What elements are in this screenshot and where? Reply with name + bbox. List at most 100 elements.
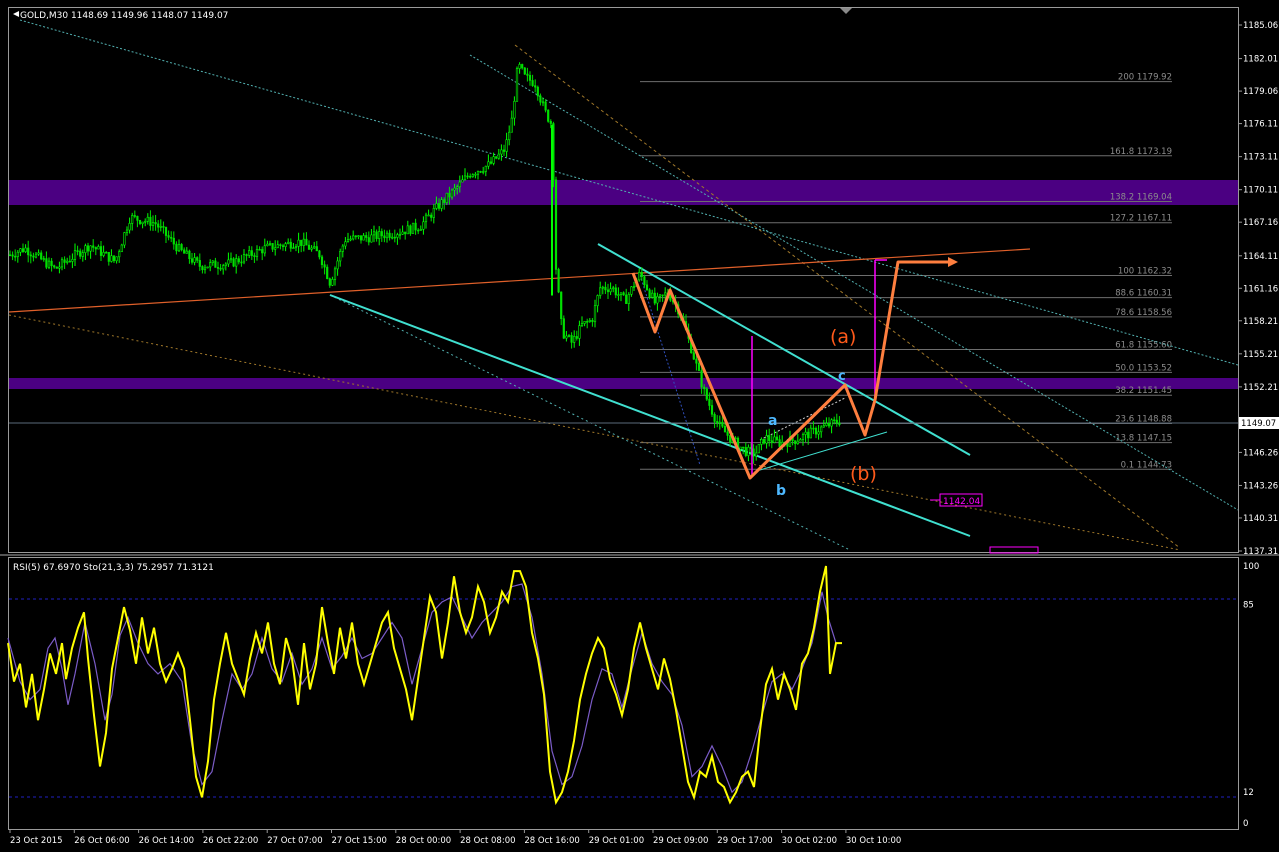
candle-body (268, 243, 272, 245)
candle-body (21, 248, 25, 252)
candle-body (188, 250, 191, 260)
candle-body (632, 286, 636, 288)
candle-body (601, 286, 604, 289)
candle-body (97, 246, 100, 250)
wave-label-a-paren: (a) (830, 326, 856, 348)
candle-body (583, 321, 586, 324)
candle-body (476, 171, 480, 175)
candle-body (695, 358, 698, 364)
candle-body (658, 294, 662, 297)
candle-body (604, 286, 607, 291)
candle-body (320, 256, 324, 265)
candle-body (339, 251, 342, 262)
candle-body (575, 336, 578, 339)
candle-body (718, 421, 721, 424)
candle-body (417, 229, 420, 232)
candle-body (643, 276, 646, 286)
candle-body (315, 246, 318, 252)
fib-label: 88.6 1160.31 (1115, 289, 1172, 299)
candle-body (349, 238, 352, 241)
candle-body (287, 241, 290, 244)
candle-body (359, 235, 363, 241)
candle-body (222, 265, 225, 270)
candle-body (505, 139, 508, 152)
candle-body (149, 216, 152, 226)
candle-body (224, 263, 227, 266)
candle-body (406, 225, 409, 235)
candle-body (422, 221, 425, 230)
candle-body (68, 260, 71, 263)
candle-body (534, 85, 537, 88)
candle-body (456, 186, 459, 189)
candle-body (196, 257, 199, 261)
candle-body (612, 287, 615, 290)
candle-body (796, 440, 799, 444)
price-tick-label: 1164.11 (1243, 252, 1278, 262)
candle-body (328, 278, 331, 286)
support-zone (9, 378, 1238, 389)
candle-body (250, 250, 253, 256)
fib-label: 127.2 1167.11 (1110, 214, 1172, 224)
candle-body (773, 436, 776, 443)
candle-body (209, 262, 212, 268)
candle-body (66, 260, 69, 263)
candle-body (115, 256, 118, 262)
time-tick-label: 30 Oct 10:00 (846, 836, 901, 846)
candle-body (703, 386, 706, 390)
candle-body (419, 229, 422, 231)
candle-body (73, 250, 77, 260)
time-tick-label: 27 Oct 07:00 (267, 836, 322, 846)
wave-label-b: b (776, 483, 786, 499)
candle-body (814, 427, 818, 435)
price-tick-label: 1182.01 (1243, 55, 1278, 65)
candle-body (211, 260, 214, 263)
candle-body (567, 335, 571, 337)
price-tick-label: 1152.21 (1243, 383, 1278, 393)
price-tick-label: 1176.11 (1243, 120, 1278, 130)
candle-body (294, 246, 298, 249)
candle-body (627, 294, 630, 304)
candle-body (362, 235, 365, 241)
candle-body (822, 425, 825, 428)
chart-window[interactable]: 200 1179.92 161.8 1173.19 138.2 1169.04 127… (0, 0, 1279, 848)
candle-body (619, 292, 623, 295)
candle-body (185, 250, 188, 254)
candle-body (118, 251, 121, 258)
candle-body (289, 241, 292, 249)
candle-body (323, 264, 326, 268)
fib-label: 161.8 1173.19 (1110, 147, 1172, 157)
candle-body (37, 252, 40, 255)
candle-body (489, 161, 493, 164)
candle-body (765, 435, 768, 444)
chart-header: GOLD,M30 1148.69 1149.96 1148.07 1149.07 (20, 11, 228, 21)
candle-body (128, 223, 131, 231)
candle-body (404, 231, 407, 235)
candle-body (445, 192, 448, 203)
candle-body (372, 231, 376, 236)
candle-body (661, 294, 664, 297)
candle-body (157, 223, 160, 228)
fib-label: 61.8 1155.60 (1115, 341, 1172, 351)
candle-body (531, 80, 534, 86)
candle-body (648, 289, 651, 298)
candle-body (276, 244, 279, 249)
price-tick-label: 1161.16 (1243, 284, 1278, 294)
candle-body (593, 305, 597, 323)
wave-label-a: a (768, 413, 777, 429)
candle-body (596, 295, 599, 307)
time-tick-label: 26 Oct 14:00 (139, 836, 194, 846)
price-tick-label: 1140.31 (1243, 514, 1278, 524)
candle-body (820, 426, 823, 433)
candle-body (557, 269, 560, 293)
time-tick-label: 27 Oct 15:00 (332, 836, 387, 846)
candle-body (721, 421, 724, 427)
candle-body (206, 266, 209, 269)
candle-body (8, 254, 12, 257)
fib-label: 38.2 1151.45 (1115, 386, 1172, 396)
candle-body (76, 250, 79, 252)
candle-body (775, 436, 779, 440)
time-tick-label: 29 Oct 01:00 (589, 836, 644, 846)
candle-body (380, 231, 383, 237)
candle-body (133, 215, 136, 217)
candle-body (367, 237, 370, 243)
